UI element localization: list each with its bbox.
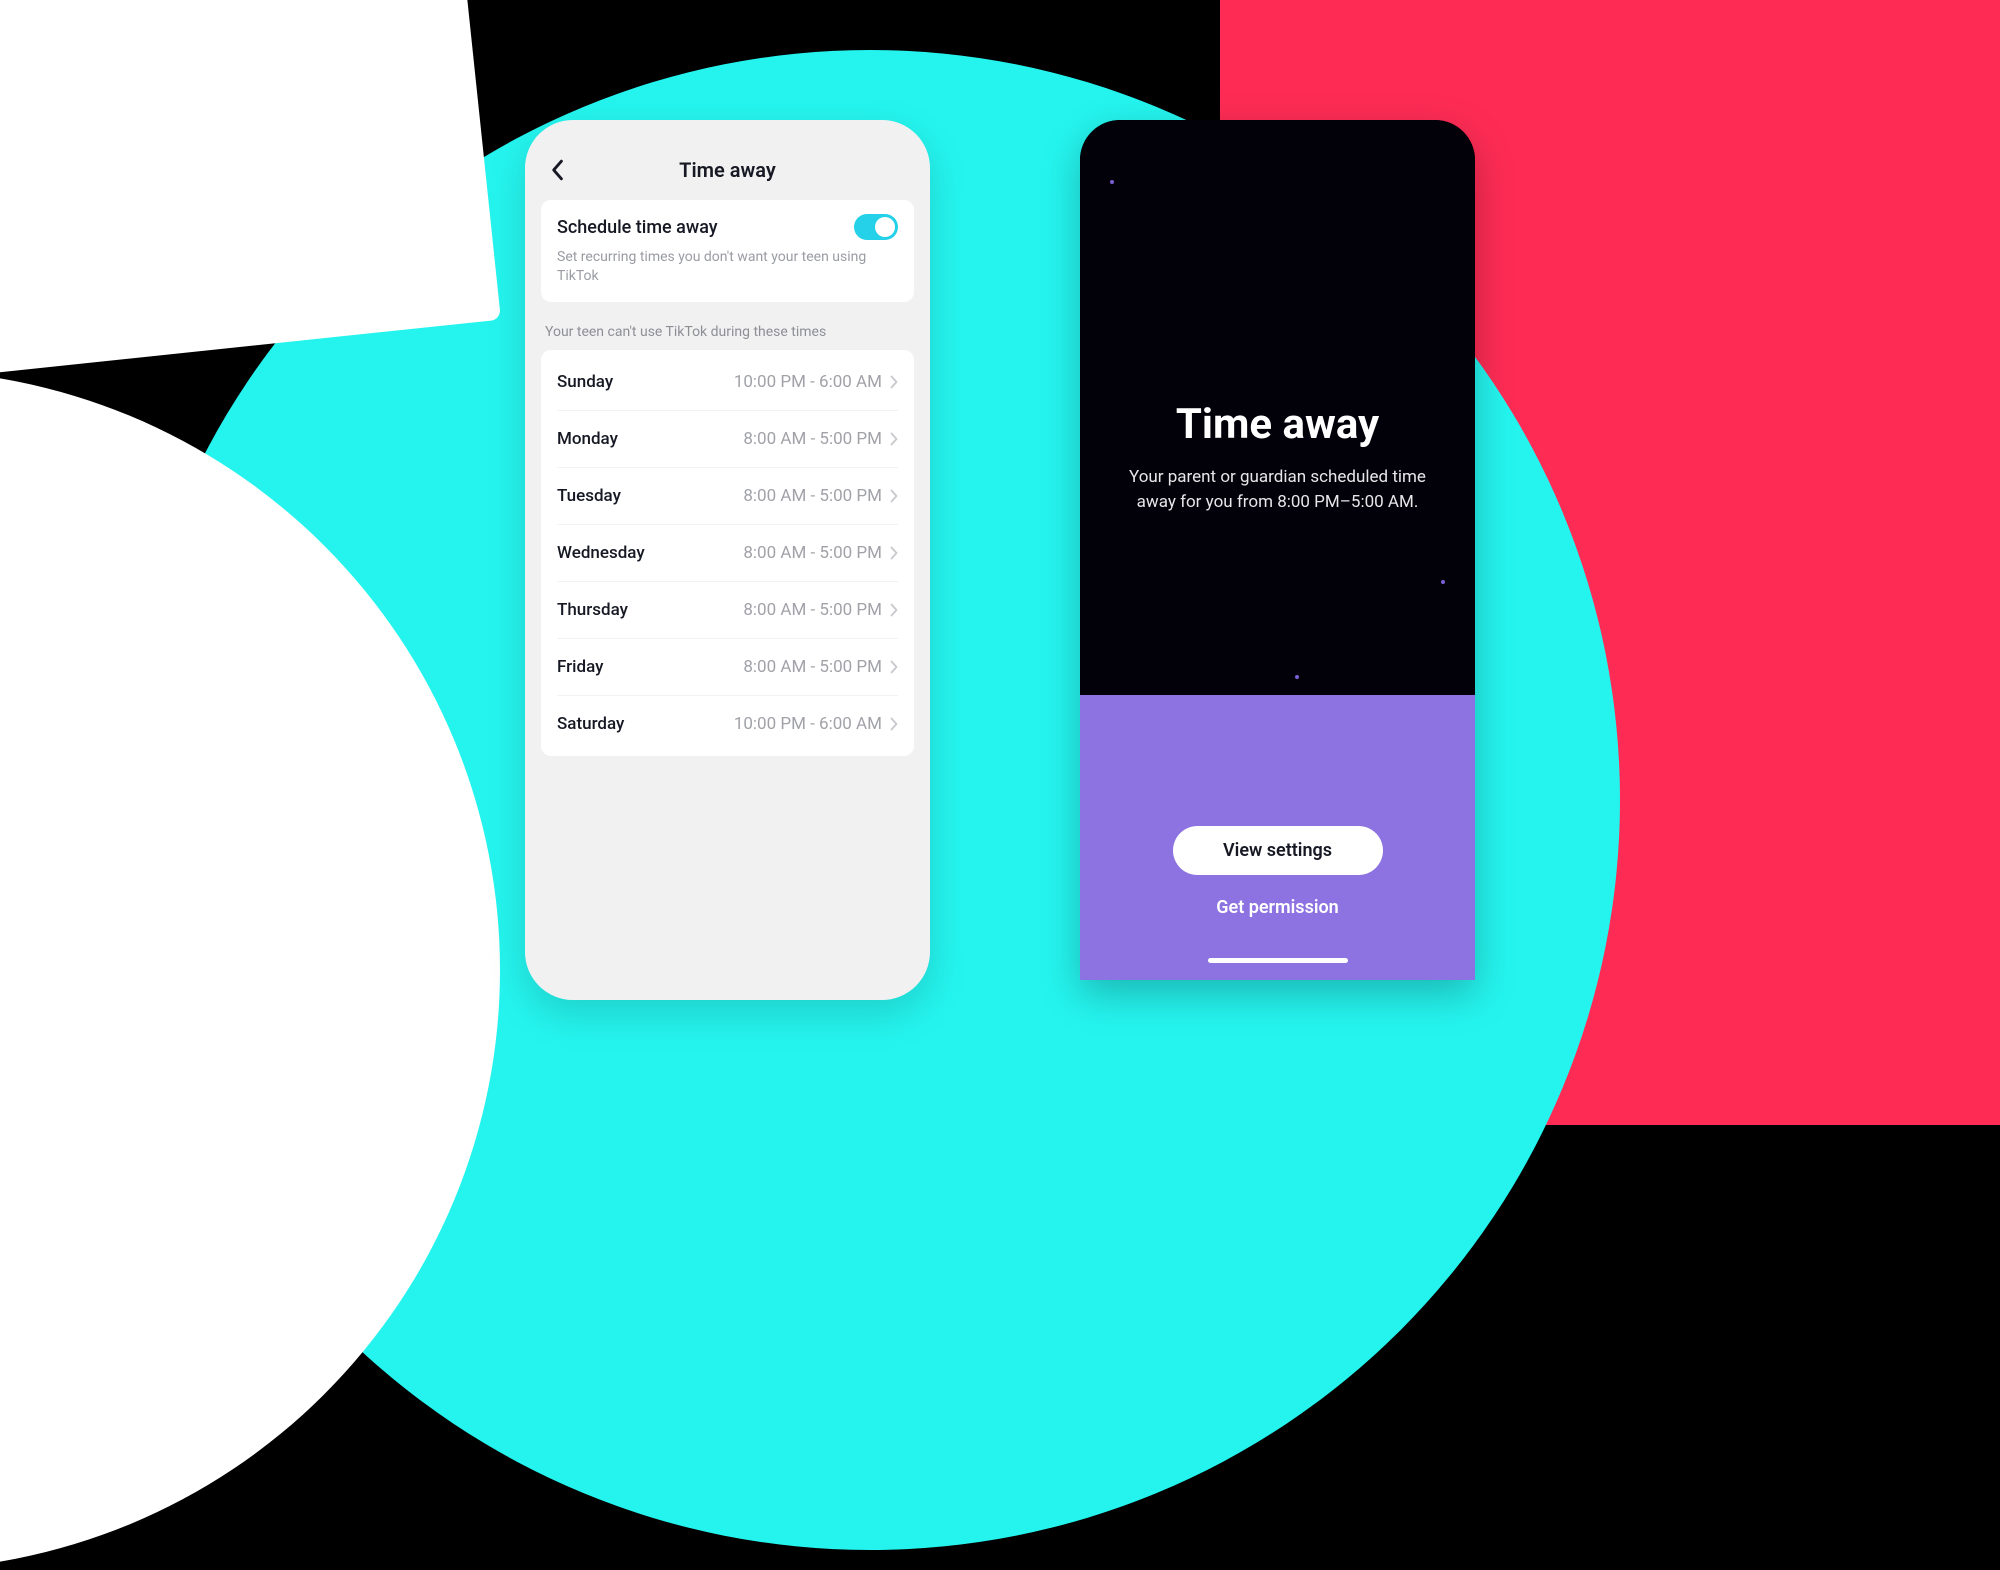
day-name: Thursday <box>557 600 628 620</box>
day-row-sunday[interactable]: Sunday 10:00 PM - 6:00 AM <box>557 354 898 411</box>
view-settings-button[interactable]: View settings <box>1173 826 1383 875</box>
chevron-right-icon <box>890 546 898 560</box>
settings-header: Time away <box>541 144 914 200</box>
lock-screen-top: Time away Your parent or guardian schedu… <box>1080 120 1475 695</box>
day-row-saturday[interactable]: Saturday 10:00 PM - 6:00 AM <box>557 696 898 752</box>
day-name: Sunday <box>557 372 613 392</box>
schedule-toggle-card: Schedule time away Set recurring times y… <box>541 200 914 302</box>
phone-settings-mockup: Time away Schedule time away Set recurri… <box>525 120 930 1000</box>
day-time: 8:00 AM - 5:00 PM <box>743 600 882 620</box>
chevron-right-icon <box>890 717 898 731</box>
day-time: 8:00 AM - 5:00 PM <box>743 486 882 506</box>
day-name: Saturday <box>557 714 624 734</box>
back-button[interactable] <box>543 156 571 184</box>
day-row-monday[interactable]: Monday 8:00 AM - 5:00 PM <box>557 411 898 468</box>
schedule-toggle-description: Set recurring times you don't want your … <box>557 248 898 286</box>
chevron-left-icon <box>550 159 564 181</box>
days-list: Sunday 10:00 PM - 6:00 AM Monday 8:00 AM… <box>541 350 914 756</box>
day-time: 10:00 PM - 6:00 AM <box>734 714 882 734</box>
chevron-right-icon <box>890 660 898 674</box>
day-row-wednesday[interactable]: Wednesday 8:00 AM - 5:00 PM <box>557 525 898 582</box>
lock-screen-bottom: View settings Get permission <box>1080 695 1475 980</box>
day-row-friday[interactable]: Friday 8:00 AM - 5:00 PM <box>557 639 898 696</box>
day-row-thursday[interactable]: Thursday 8:00 AM - 5:00 PM <box>557 582 898 639</box>
day-time: 8:00 AM - 5:00 PM <box>743 657 882 677</box>
day-name: Tuesday <box>557 486 621 506</box>
day-time: 8:00 AM - 5:00 PM <box>743 543 882 563</box>
home-indicator[interactable] <box>1208 958 1348 963</box>
day-name: Monday <box>557 429 618 449</box>
chevron-right-icon <box>890 489 898 503</box>
lock-title: Time away <box>1176 400 1379 449</box>
phone-lock-mockup: Time away Your parent or guardian schedu… <box>1080 120 1475 980</box>
page-title: Time away <box>679 158 776 182</box>
day-time: 8:00 AM - 5:00 PM <box>743 429 882 449</box>
chevron-right-icon <box>890 432 898 446</box>
schedule-toggle-label: Schedule time away <box>557 217 718 238</box>
lock-description: Your parent or guardian scheduled time a… <box>1122 465 1433 514</box>
day-name: Wednesday <box>557 543 645 563</box>
day-row-tuesday[interactable]: Tuesday 8:00 AM - 5:00 PM <box>557 468 898 525</box>
schedule-toggle[interactable] <box>854 214 898 240</box>
day-name: Friday <box>557 657 603 677</box>
chevron-right-icon <box>890 603 898 617</box>
schedule-section-label: Your teen can't use TikTok during these … <box>545 324 910 340</box>
chevron-right-icon <box>890 375 898 389</box>
star-icon <box>1295 675 1299 679</box>
star-icon <box>1441 580 1445 584</box>
star-icon <box>1110 180 1114 184</box>
day-time: 10:00 PM - 6:00 AM <box>734 372 882 392</box>
get-permission-button[interactable]: Get permission <box>1216 897 1339 918</box>
